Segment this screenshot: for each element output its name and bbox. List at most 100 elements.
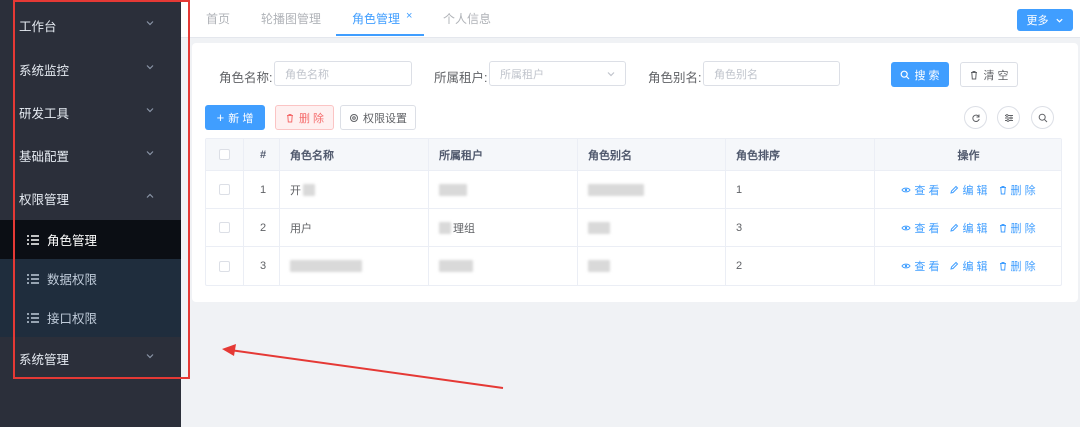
add-button[interactable]: + 新 增 bbox=[205, 105, 265, 130]
chevron-down-icon bbox=[146, 108, 154, 113]
select-all-checkbox[interactable] bbox=[219, 149, 230, 160]
edit-action-label: 编 辑 bbox=[962, 184, 988, 197]
alias-input[interactable]: 角色别名 bbox=[703, 61, 840, 86]
sidebar-item-monitor[interactable]: 系统监控 bbox=[0, 48, 181, 91]
row-checkbox[interactable] bbox=[219, 184, 230, 195]
redacted-block bbox=[439, 221, 451, 234]
sidebar-item-basic-config[interactable]: 基础配置 bbox=[0, 134, 181, 177]
clear-button[interactable]: 清 空 bbox=[960, 62, 1018, 87]
redacted-block bbox=[290, 260, 362, 272]
cell-alias bbox=[578, 247, 726, 285]
chevron-up-icon bbox=[146, 193, 154, 198]
sidebar-item-label: 工作台 bbox=[19, 20, 57, 34]
header-tenant: 所属租户 bbox=[429, 139, 578, 170]
search-icon bbox=[901, 70, 910, 79]
sidebar-item-label: 系统监控 bbox=[19, 64, 70, 78]
edit-action[interactable]: 编 辑 bbox=[949, 258, 988, 274]
filter-icon bbox=[1004, 113, 1013, 122]
delete-action[interactable]: 删 除 bbox=[998, 182, 1036, 198]
sidebar-item-system[interactable]: 系统管理 bbox=[0, 337, 181, 380]
row-select-cell bbox=[206, 209, 244, 246]
list-icon bbox=[27, 234, 39, 245]
row-checkbox[interactable] bbox=[219, 260, 230, 272]
cell-tenant bbox=[429, 171, 578, 208]
cell-role-name: 开 bbox=[280, 171, 429, 208]
chevron-down-icon bbox=[146, 21, 154, 26]
select-all-cell bbox=[206, 139, 244, 170]
tab-profile[interactable]: 个人信息 bbox=[443, 10, 491, 36]
refresh-button[interactable] bbox=[964, 106, 987, 129]
chevron-down-icon bbox=[146, 65, 154, 70]
view-action[interactable]: 查 看 bbox=[901, 258, 939, 274]
cell-tenant: 理组 bbox=[429, 209, 578, 246]
delete-action[interactable]: 删 除 bbox=[998, 220, 1036, 236]
redacted-block bbox=[588, 221, 610, 234]
sidebar-item-label: 基础配置 bbox=[19, 150, 70, 164]
delete-action[interactable]: 删 除 bbox=[998, 258, 1036, 274]
tab-carousel[interactable]: 轮播图管理 bbox=[261, 10, 321, 36]
sidebar-subitem-role-management[interactable]: 角色管理 bbox=[0, 220, 181, 259]
table-row: 2 用户 理组 3 查 看 编 辑 删 除 bbox=[206, 209, 1061, 247]
redacted-block bbox=[439, 183, 467, 196]
chevron-down-icon bbox=[146, 151, 154, 156]
delete-button[interactable]: 删 除 bbox=[275, 105, 334, 130]
trash-icon bbox=[971, 70, 978, 79]
redacted-block bbox=[303, 183, 315, 196]
cell-tenant bbox=[429, 247, 578, 285]
search-button[interactable]: 搜 索 bbox=[891, 62, 949, 87]
header-index: # bbox=[244, 139, 280, 170]
more-button-label: 更多 bbox=[1026, 15, 1049, 27]
tab-label: 个人信息 bbox=[443, 12, 492, 26]
tenant-select[interactable]: 所属租户 bbox=[489, 61, 626, 86]
view-action-label: 查 看 bbox=[914, 222, 940, 235]
sidebar-subitem-label: 数据权限 bbox=[47, 273, 98, 287]
role-name-placeholder: 角色名称 bbox=[285, 68, 329, 81]
sidebar-subitem-api-permission[interactable]: 接口权限 bbox=[0, 298, 181, 337]
row-select-cell bbox=[206, 247, 244, 285]
delete-action-label: 删 除 bbox=[1010, 261, 1036, 273]
column-settings-button[interactable] bbox=[997, 106, 1020, 129]
close-icon[interactable]: × bbox=[406, 10, 412, 22]
row-select-cell bbox=[206, 171, 244, 208]
add-button-label: 新 增 bbox=[228, 112, 254, 125]
refresh-icon bbox=[971, 114, 980, 122]
role-name-input[interactable]: 角色名称 bbox=[274, 61, 412, 86]
view-action[interactable]: 查 看 bbox=[901, 220, 939, 236]
trash-icon bbox=[286, 113, 293, 122]
permission-settings-label: 权限设置 bbox=[363, 112, 407, 125]
tabs-bar: 首页 轮播图管理 角色管理 × 个人信息 更多 bbox=[181, 0, 1080, 38]
cell-ops: 查 看 编 辑 删 除 bbox=[875, 247, 1062, 285]
sidebar-item-label: 权限管理 bbox=[19, 193, 70, 207]
redacted-block bbox=[588, 260, 610, 272]
cell-index: 3 bbox=[244, 247, 280, 285]
toggle-search-button[interactable] bbox=[1031, 106, 1054, 129]
row-checkbox[interactable] bbox=[219, 222, 230, 233]
tab-label: 角色管理 bbox=[352, 12, 401, 26]
sidebar-item-workbench[interactable]: 工作台 bbox=[0, 4, 181, 47]
edit-icon bbox=[950, 185, 959, 194]
alias-label: 角色别名: bbox=[648, 71, 702, 85]
roles-table: # 角色名称 所属租户 角色别名 角色排序 操作 1 开 1 查 看 编 辑 删… bbox=[205, 138, 1062, 286]
delete-action-label: 删 除 bbox=[1010, 222, 1036, 235]
cell-alias bbox=[578, 171, 726, 208]
sidebar-item-permission[interactable]: 权限管理 bbox=[0, 177, 181, 220]
redacted-block bbox=[588, 183, 644, 196]
sidebar-item-devtools[interactable]: 研发工具 bbox=[0, 91, 181, 134]
cell-index: 2 bbox=[244, 209, 280, 246]
sidebar-subitem-data-permission[interactable]: 数据权限 bbox=[0, 259, 181, 298]
permission-settings-button[interactable]: 权限设置 bbox=[340, 105, 416, 130]
sidebar-subitem-label: 角色管理 bbox=[47, 234, 98, 248]
tab-home[interactable]: 首页 bbox=[206, 10, 230, 36]
delete-button-label: 删 除 bbox=[298, 112, 325, 125]
cell-sort: 3 bbox=[726, 209, 875, 246]
gear-icon bbox=[350, 113, 358, 122]
tab-role-management[interactable]: 角色管理 × bbox=[336, 10, 424, 36]
edit-action[interactable]: 编 辑 bbox=[949, 182, 988, 198]
edit-action[interactable]: 编 辑 bbox=[949, 220, 988, 236]
cell-sort: 2 bbox=[726, 247, 875, 285]
redacted-block bbox=[439, 260, 473, 272]
more-button[interactable]: 更多 bbox=[1017, 9, 1073, 31]
role-name-label: 角色名称: bbox=[219, 71, 273, 85]
view-action[interactable]: 查 看 bbox=[901, 182, 939, 198]
chevron-down-icon bbox=[607, 72, 615, 77]
